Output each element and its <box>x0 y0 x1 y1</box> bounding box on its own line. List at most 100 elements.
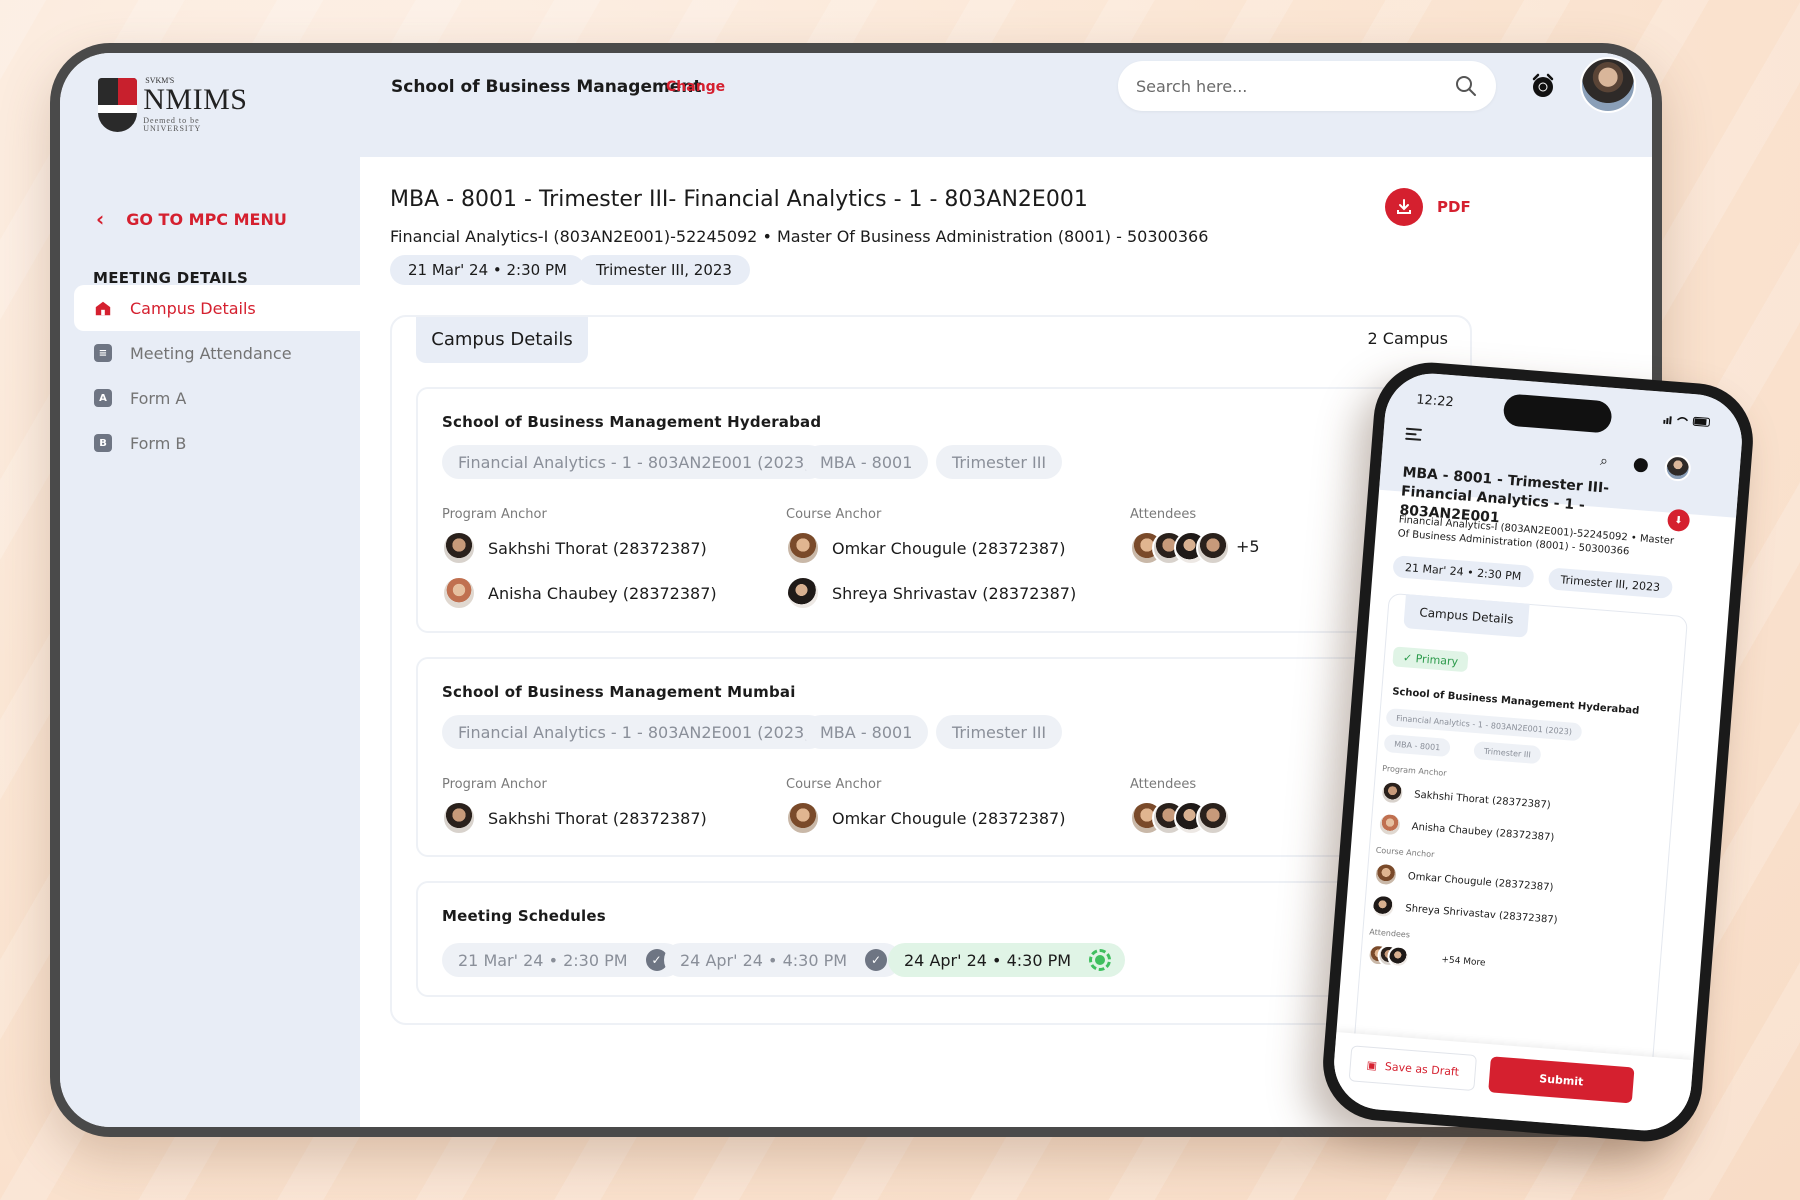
change-school-link[interactable]: Change <box>666 79 725 95</box>
program-anchor-label: Program Anchor <box>1381 763 1447 778</box>
notification-bell-icon[interactable] <box>1528 71 1558 101</box>
checklist-icon: ≡ <box>94 344 112 362</box>
avatar <box>786 531 820 565</box>
avatar <box>786 801 820 835</box>
avatar <box>442 531 476 565</box>
course-anchor-label: Course Anchor <box>1375 845 1435 860</box>
pdf-download-button[interactable]: PDF <box>1385 188 1471 226</box>
download-icon <box>1385 188 1423 226</box>
avatar <box>1196 531 1230 565</box>
tab-campus-details[interactable]: Campus Details <box>1403 594 1530 638</box>
campus-icon <box>94 299 112 317</box>
nmims-logo[interactable]: SVKM'S NMIMS Deemed to be UNIVERSITY <box>98 65 248 145</box>
primary-badge: ✓ Primary <box>1392 646 1469 673</box>
form-a-icon: A <box>94 389 112 407</box>
attendee-avatars[interactable] <box>1366 943 1411 969</box>
pdf-label: PDF <box>1437 198 1471 216</box>
avatar <box>442 801 476 835</box>
attendees-more[interactable]: +54 More <box>1441 955 1486 968</box>
course-anchor-person: Shreya Shrivastav (28372387) <box>1370 893 1559 932</box>
program-tag: MBA - 8001 <box>1383 733 1451 758</box>
attendees-label: Attendees <box>1130 507 1197 522</box>
download-icon[interactable]: ⬇ <box>1666 508 1691 533</box>
search-icon[interactable]: ⌕ <box>1599 453 1608 470</box>
avatar <box>1196 801 1230 835</box>
chevron-left-icon: ‹ <box>96 207 105 231</box>
go-to-mpc-menu-link[interactable]: ‹ GO TO MPC MENU <box>96 207 287 231</box>
avatar <box>1379 779 1406 806</box>
phone-screen: 12:22 ⌕ MBA - 8001 - Trimester III- Fina… <box>1330 370 1746 1134</box>
meeting-schedules-card: Meeting Schedules 21 Mar' 24 • 2:30 PM ✓… <box>416 881 1456 997</box>
course-tag: Financial Analytics - 1 - 803AN2E001 (20… <box>442 715 827 749</box>
page-subtitle: Financial Analytics-I (803AN2E001)-52245… <box>390 227 1209 246</box>
sidebar-item-form-a[interactable]: A Form A <box>74 375 360 421</box>
meeting-schedules-title: Meeting Schedules <box>442 907 606 925</box>
campus-name: School of Business Management Mumbai <box>442 683 796 701</box>
trimester-tag: Trimester III <box>936 715 1063 749</box>
schedule-pill[interactable]: 21 Mar' 24 • 2:30 PM ✓ <box>442 943 682 977</box>
campus-details-panel: Campus Details 2 Campus School of Busine… <box>390 315 1472 1025</box>
trimester-tag: Trimester III <box>936 445 1063 479</box>
term-pill: Trimester III, 2023 <box>1547 567 1673 599</box>
avatar <box>1386 944 1411 969</box>
sidebar-item-meeting-attendance[interactable]: ≡ Meeting Attendance <box>74 330 360 376</box>
draft-icon: ▣ <box>1366 1058 1378 1072</box>
top-bar: SVKM'S NMIMS Deemed to be UNIVERSITY Sch… <box>60 53 1652 157</box>
avatar <box>786 576 820 610</box>
sidebar-item-label: Meeting Attendance <box>130 343 292 363</box>
course-anchor-person: Shreya Shrivastav (28372387) <box>786 576 1076 610</box>
sidebar: ‹ GO TO MPC MENU MEETING DETAILS Campus … <box>60 157 360 1127</box>
trimester-tag: Trimester III <box>1473 740 1542 765</box>
submit-button[interactable]: Submit <box>1488 1056 1635 1104</box>
program-anchor-person: Sakhshi Thorat (28372387) <box>442 531 707 565</box>
sidebar-item-label: Form A <box>130 388 187 408</box>
user-avatar[interactable] <box>1580 57 1636 113</box>
search-icon[interactable] <box>1454 74 1478 98</box>
campus-count: 2 Campus <box>1367 329 1448 348</box>
course-anchor-label: Course Anchor <box>786 507 882 522</box>
term-pill: Trimester III, 2023 <box>578 255 750 285</box>
program-anchor-person: Anisha Chaubey (28372387) <box>1376 811 1555 850</box>
program-anchor-label: Program Anchor <box>442 777 547 792</box>
avatar <box>442 576 476 610</box>
meeting-date-pill: 21 Mar' 24 • 2:30 PM <box>1392 555 1535 589</box>
tab-campus-details[interactable]: Campus Details <box>416 317 588 363</box>
check-icon: ✓ <box>865 949 888 971</box>
course-anchor-label: Course Anchor <box>786 777 882 792</box>
schedule-pill-active[interactable]: 24 Apr' 24 • 4:30 PM <box>888 943 1126 977</box>
course-tag: Financial Analytics - 1 - 803AN2E001 (20… <box>442 445 827 479</box>
program-tag: MBA - 8001 <box>804 715 929 749</box>
meeting-date-pill: 21 Mar' 24 • 2:30 PM <box>390 255 585 285</box>
page-title: MBA - 8001 - Trimester III- Financial An… <box>390 187 1088 212</box>
sidebar-item-form-b[interactable]: B Form B <box>74 420 360 466</box>
course-anchor-person: Omkar Chougule (28372387) <box>786 531 1065 565</box>
logo-main-text: NMIMS <box>143 83 248 116</box>
campus-card-mumbai: School of Business Management Mumbai Fin… <box>416 657 1456 857</box>
search-input[interactable] <box>1136 76 1454 96</box>
attendees-label: Attendees <box>1369 927 1411 940</box>
sidebar-item-label: Form B <box>130 433 187 453</box>
program-anchor-person: Sakhshi Thorat (28372387) <box>1379 779 1551 817</box>
attendees-more[interactable]: +5 <box>1236 537 1260 556</box>
campus-name: School of Business Management Hyderabad <box>442 413 822 431</box>
save-as-draft-button[interactable]: ▣ Save as Draft <box>1348 1045 1478 1092</box>
logo-shield-icon <box>98 78 138 132</box>
program-anchor-label: Program Anchor <box>442 507 547 522</box>
campus-card-hyderabad: School of Business Management Hyderabad … <box>416 387 1456 633</box>
course-anchor-person: Omkar Chougule (28372387) <box>786 801 1065 835</box>
go-to-mpc-menu-label: GO TO MPC MENU <box>126 209 287 229</box>
search-box <box>1118 61 1496 111</box>
school-name: School of Business Management <box>391 77 702 97</box>
form-b-icon: B <box>94 434 112 452</box>
attendee-avatars[interactable] <box>1130 801 1230 835</box>
sidebar-item-campus-details[interactable]: Campus Details <box>74 285 360 331</box>
program-anchor-person: Sakhshi Thorat (28372387) <box>442 801 707 835</box>
status-time: 12:22 <box>1415 392 1455 411</box>
avatar <box>1376 811 1403 838</box>
schedule-pill[interactable]: 24 Apr' 24 • 4:30 PM ✓ <box>664 943 902 977</box>
phone-frame: 12:22 ⌕ MBA - 8001 - Trimester III- Fina… <box>1318 358 1758 1146</box>
sidebar-item-label: Campus Details <box>130 298 256 318</box>
hamburger-menu-icon[interactable] <box>1405 427 1422 441</box>
course-anchor-person: Omkar Chougule (28372387) <box>1373 861 1554 900</box>
attendee-avatars[interactable] <box>1130 531 1230 565</box>
